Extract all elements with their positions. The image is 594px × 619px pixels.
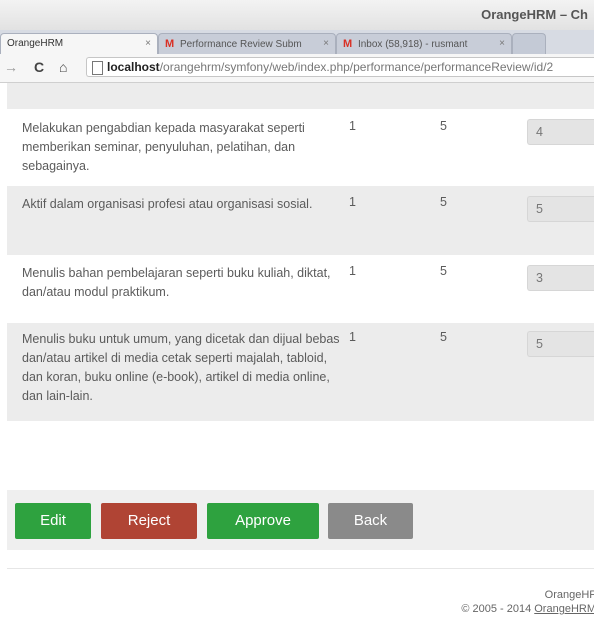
tab-label: OrangeHRM	[7, 38, 64, 49]
footer-divider	[7, 568, 594, 569]
criteria-description: Aktif dalam organisasi profesi atau orga…	[22, 197, 313, 211]
back-button[interactable]: Back	[328, 503, 413, 539]
footer-brand: OrangeHF	[544, 589, 594, 601]
min-rating: 1	[349, 119, 356, 133]
orangehrm-link[interactable]: OrangeHRM	[534, 603, 594, 615]
rating-input[interactable]: 5	[527, 331, 594, 357]
tab-orangehrm[interactable]: OrangeHRM ×	[0, 33, 158, 54]
max-rating: 5	[440, 264, 447, 278]
footer-copyright: © 2005 - 2014 OrangeHRM	[461, 603, 594, 615]
action-bar: Edit Reject Approve Back	[7, 490, 594, 550]
gmail-icon: M	[343, 38, 353, 50]
rating-input[interactable]: 3	[527, 265, 594, 291]
tab-label: Performance Review Subm	[179, 39, 302, 50]
table-row-partial	[7, 83, 594, 109]
max-rating: 5	[440, 195, 447, 209]
tab-label: Inbox (58,918) - rusmant	[357, 39, 468, 50]
arrow-left-icon[interactable]: →	[4, 59, 18, 75]
min-rating: 1	[349, 330, 356, 344]
close-icon[interactable]: ×	[323, 38, 329, 49]
page-icon	[92, 61, 103, 75]
table-row: Menulis bahan pembelajaran seperti buku …	[7, 255, 594, 323]
edit-button[interactable]: Edit	[15, 503, 91, 539]
criteria-description: Melakukan pengabdian kepada masyarakat s…	[22, 121, 305, 173]
url-path: /orangehrm/symfony/web/index.php/perform…	[159, 60, 554, 74]
min-rating: 1	[349, 264, 356, 278]
tab-inbox[interactable]: M Inbox (58,918) - rusmant ×	[336, 33, 512, 54]
max-rating: 5	[440, 119, 447, 133]
address-toolbar: → C ⌂ localhost/orangehrm/symfony/web/in…	[0, 54, 594, 83]
approve-button[interactable]: Approve	[207, 503, 319, 539]
close-icon[interactable]: ×	[499, 38, 505, 49]
spacer	[7, 421, 594, 490]
criteria-description: Menulis buku untuk umum, yang dicetak da…	[22, 332, 340, 403]
copyright-text: © 2005 - 2014	[461, 603, 535, 615]
table-row: Aktif dalam organisasi profesi atau orga…	[7, 186, 594, 255]
reject-button[interactable]: Reject	[101, 503, 197, 539]
new-tab-button[interactable]	[512, 33, 546, 54]
criteria-description: Menulis bahan pembelajaran seperti buku …	[22, 266, 331, 299]
url-text: localhost/orangehrm/symfony/web/index.ph…	[107, 60, 553, 74]
rating-input[interactable]: 4	[527, 119, 594, 145]
tab-performance-review[interactable]: M Performance Review Subm ×	[158, 33, 336, 54]
window-title: OrangeHRM – Ch	[481, 7, 588, 22]
home-icon[interactable]: ⌂	[59, 59, 67, 75]
close-icon[interactable]: ×	[145, 38, 151, 49]
url-field[interactable]: localhost/orangehrm/symfony/web/index.ph…	[86, 57, 594, 77]
table-row: Melakukan pengabdian kepada masyarakat s…	[7, 109, 594, 186]
tab-strip: OrangeHRM × M Performance Review Subm × …	[0, 30, 594, 54]
url-host: localhost	[107, 60, 160, 74]
window-titlebar: OrangeHRM – Ch	[0, 0, 594, 31]
rating-input[interactable]: 5	[527, 196, 594, 222]
max-rating: 5	[440, 330, 447, 344]
table-row: Menulis buku untuk umum, yang dicetak da…	[7, 323, 594, 421]
min-rating: 1	[349, 195, 356, 209]
reload-icon[interactable]: C	[34, 59, 44, 75]
gmail-icon: M	[165, 38, 175, 50]
